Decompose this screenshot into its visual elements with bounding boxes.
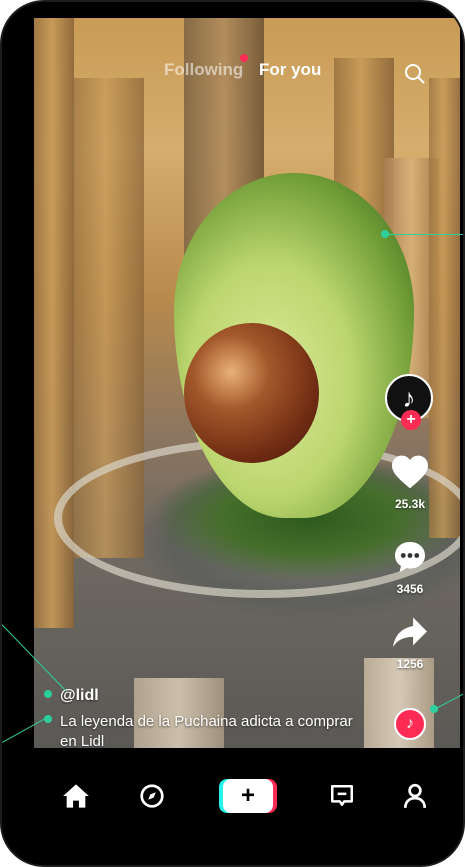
search-icon[interactable]: [403, 62, 427, 86]
tab-following[interactable]: Following: [164, 60, 243, 80]
heart-icon: [392, 455, 428, 489]
plus-icon: +: [240, 782, 255, 809]
nav-discover[interactable]: [132, 778, 172, 814]
annotation-dot: [44, 690, 52, 698]
home-icon: [63, 784, 89, 808]
like-button[interactable]: 25.3k: [382, 454, 438, 511]
phone-frame: Following For you ♪ + 25.3k 3456 1256 ♪ …: [0, 0, 465, 867]
like-count: 25.3k: [394, 497, 426, 511]
top-tabs: Following For you: [2, 54, 463, 88]
avocado-pit: [184, 323, 319, 463]
create-button[interactable]: +: [223, 779, 273, 813]
inbox-icon: [331, 785, 353, 806]
profile-icon: [403, 783, 427, 808]
nav-home[interactable]: [56, 778, 96, 814]
music-disc-icon[interactable]: ♪: [394, 708, 426, 740]
share-arrow-icon: [393, 617, 427, 647]
creator-avatar[interactable]: ♪ +: [385, 374, 435, 434]
comment-button[interactable]: 3456: [382, 539, 438, 596]
comment-icon: [395, 542, 425, 572]
share-button[interactable]: 1256: [382, 616, 438, 671]
nav-inbox[interactable]: [322, 778, 362, 814]
share-count: 1256: [396, 657, 424, 671]
compass-icon: [140, 784, 164, 808]
follow-plus-icon[interactable]: +: [401, 410, 421, 430]
nav-profile[interactable]: [395, 778, 435, 814]
tab-for-you[interactable]: For you: [259, 60, 321, 80]
annotation-line: [385, 234, 463, 235]
post-caption: La leyenda de la Puchaina adicta a compr…: [60, 713, 353, 750]
comment-count: 3456: [396, 582, 424, 596]
nav-create[interactable]: +: [222, 778, 274, 814]
bottom-nav: +: [2, 748, 463, 865]
notification-dot: [240, 54, 248, 62]
